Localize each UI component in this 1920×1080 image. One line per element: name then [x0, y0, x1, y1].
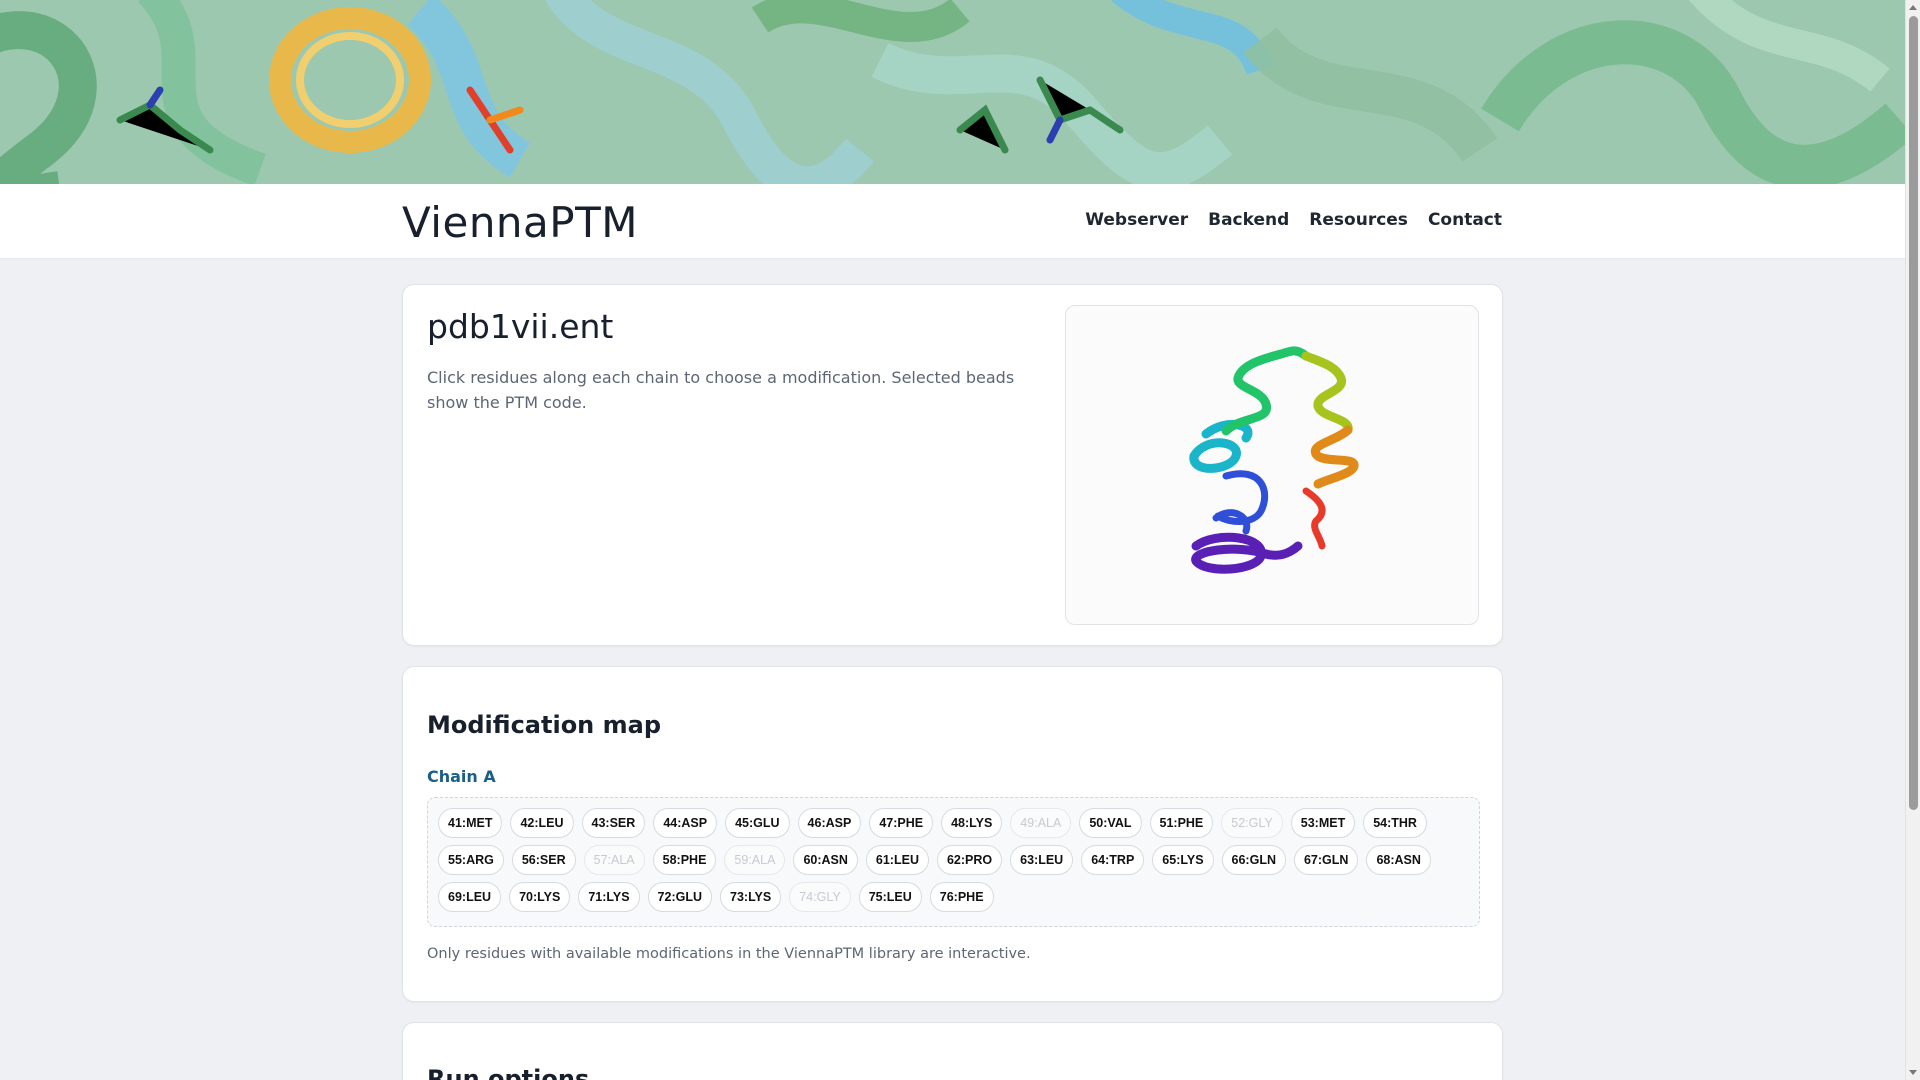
nav-contact[interactable]: Contact [1428, 210, 1502, 230]
residue-bead[interactable]: 67:GLN [1293, 845, 1359, 875]
residue-bead[interactable]: 54:THR [1363, 808, 1427, 838]
residue-bead: 49:ALA [1010, 808, 1072, 838]
residue-bead[interactable]: 47:PHE [869, 808, 934, 838]
chain-label: Chain A [427, 767, 496, 786]
residue-row: 41:MET 42:LEU 43:SER 44:ASP 45:GLU 46:ASP 47:P… [438, 808, 1469, 838]
nav-resources[interactable]: Resources [1309, 210, 1408, 230]
residue-bead: 52:GLY [1221, 808, 1283, 838]
residue-bead[interactable]: 60:ASN [793, 845, 858, 875]
modification-map-title: Modification map [427, 711, 661, 739]
residue-bead: 57:ALA [583, 845, 645, 875]
residue-bead[interactable]: 72:GLU [647, 882, 712, 912]
main-nav: Webserver Backend Resources Contact [1085, 210, 1502, 230]
residue-bead[interactable]: 53:MET [1290, 808, 1356, 838]
scroll-up-arrow-icon[interactable] [1909, 5, 1917, 10]
hero-banner [0, 0, 1905, 184]
residue-bead[interactable]: 44:ASP [653, 808, 718, 838]
residue-bead[interactable]: 42:LEU [510, 808, 574, 838]
residue-bead[interactable]: 50:VAL [1079, 808, 1142, 838]
modification-map-card: Modification map Chain A 41:MET 42:LEU 43:… [402, 666, 1503, 1002]
brand-title[interactable]: ViennaPTM [402, 198, 638, 247]
scroll-down-arrow-icon[interactable] [1909, 1070, 1917, 1075]
residue-bead: 59:ALA [724, 845, 786, 875]
residue-bead[interactable]: 55:ARG [438, 845, 504, 875]
residue-bead[interactable]: 70:LYS [509, 882, 571, 912]
file-title: pdb1vii.ent [427, 307, 614, 346]
residue-bead[interactable]: 41:MET [438, 808, 503, 838]
residue-chain-a: 41:MET 42:LEU 43:SER 44:ASP 45:GLU 46:ASP 47:P… [427, 797, 1480, 927]
residue-bead[interactable]: 71:LYS [578, 882, 640, 912]
residue-bead[interactable]: 56:SER [511, 845, 576, 875]
nav-webserver[interactable]: Webserver [1085, 210, 1188, 230]
residue-bead[interactable]: 64:TRP [1081, 845, 1145, 875]
residue-bead[interactable]: 62:PRO [936, 845, 1003, 875]
residue-bead[interactable]: 68:ASN [1366, 845, 1431, 875]
nav-backend[interactable]: Backend [1208, 210, 1289, 230]
residue-row: 55:ARG 56:SER 57:ALA 58:PHE 59:ALA 60:ASN 61:L… [438, 845, 1469, 875]
residue-bead[interactable]: 66:GLN [1221, 845, 1286, 875]
residue-bead: 74:GLY [789, 882, 851, 912]
residue-bead[interactable]: 65:LYS [1152, 845, 1214, 875]
file-description: Click residues along each chain to choos… [427, 368, 1015, 412]
residue-bead[interactable]: 43:SER [581, 808, 646, 838]
residue-bead[interactable]: 73:LYS [720, 882, 782, 912]
residue-bead[interactable]: 63:LEU [1010, 845, 1074, 875]
residue-bead[interactable]: 45:GLU [725, 808, 790, 838]
residue-bead[interactable]: 75:LEU [858, 882, 922, 912]
residue-bead[interactable]: 48:LYS [941, 808, 1003, 838]
structure-card: pdb1vii.ent Click residues along each ch… [402, 284, 1503, 646]
residue-bead[interactable]: 51:PHE [1149, 808, 1214, 838]
residue-bead[interactable]: 76:PHE [929, 882, 994, 912]
residue-bead[interactable]: 61:LEU [865, 845, 929, 875]
structure-viewer[interactable] [1065, 305, 1479, 625]
protein-ribbon-image [1189, 346, 1359, 574]
residue-bead[interactable]: 69:LEU [438, 882, 502, 912]
map-note: Only residues with available modificatio… [427, 946, 1031, 962]
residue-bead[interactable]: 46:ASP [797, 808, 862, 838]
run-options-card: Run options [402, 1022, 1503, 1080]
residue-row: 69:LEU 70:LYS 71:LYS 72:GLU 73:LYS 74:GLY 75:L… [438, 882, 1469, 912]
run-options-title: Run options [427, 1065, 590, 1080]
scroll-thumb[interactable] [1909, 16, 1918, 810]
site-header: ViennaPTM Webserver Backend Resources Co… [0, 184, 1905, 259]
page-scrollbar[interactable] [1905, 0, 1920, 1080]
residue-bead[interactable]: 58:PHE [652, 845, 717, 875]
